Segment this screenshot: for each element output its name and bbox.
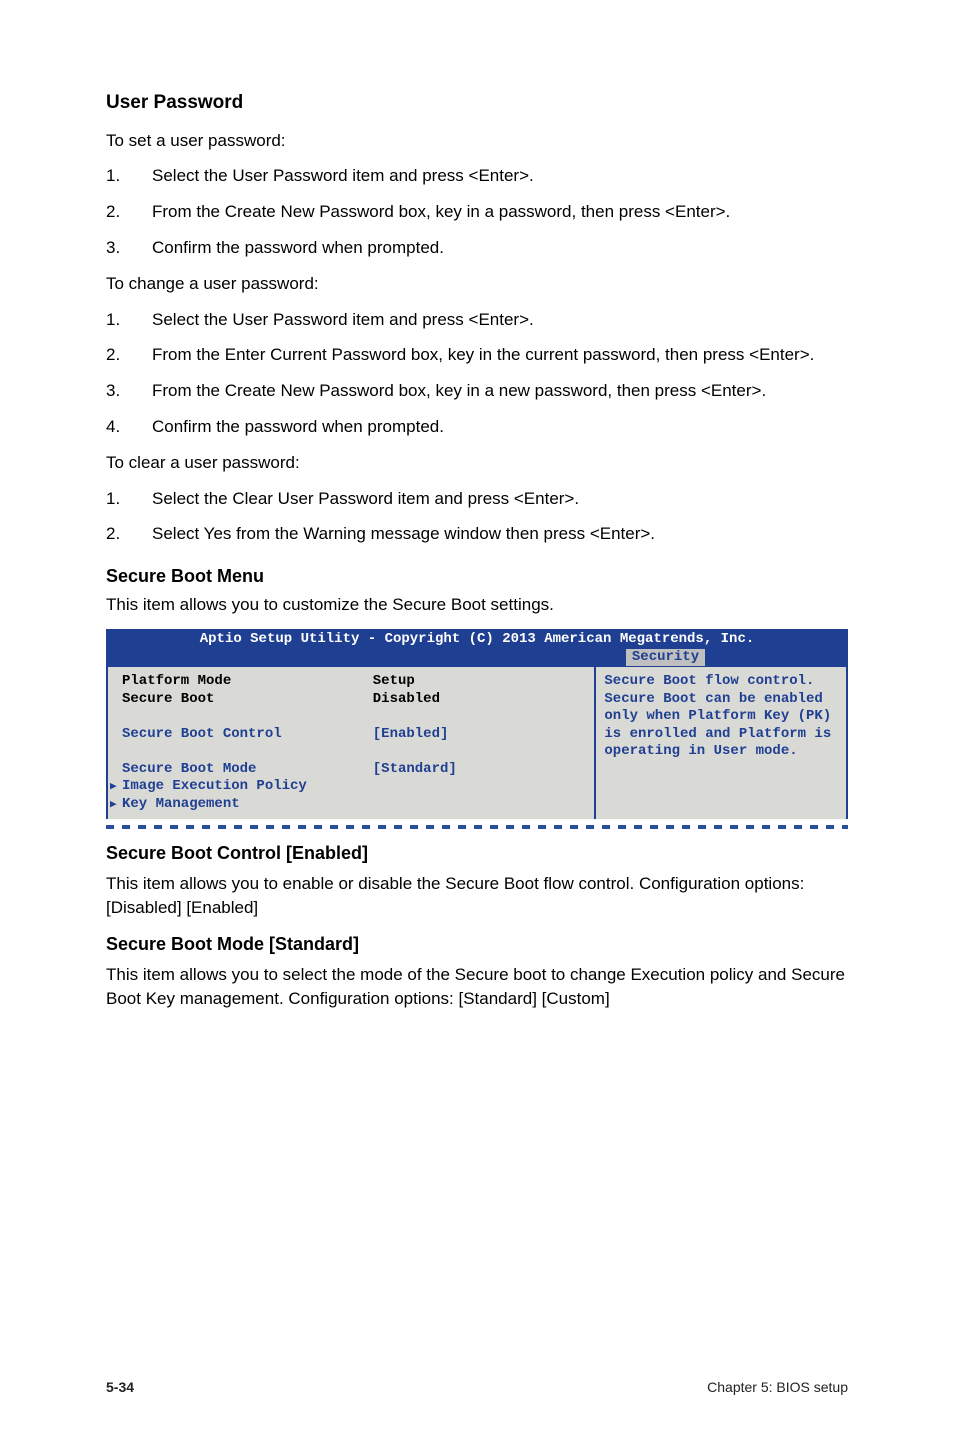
list-text: Confirm the password when prompted. <box>152 415 848 439</box>
list-text: Select the User Password item and press … <box>152 308 848 332</box>
bios-field-value: Disabled <box>373 691 587 709</box>
list-text: Select the User Password item and press … <box>152 164 848 188</box>
page-number: 5-34 <box>106 1378 134 1398</box>
bios-help-text: Secure Boot flow control. Secure Boot ca… <box>604 673 831 759</box>
list-num: 4. <box>106 415 124 439</box>
bios-field-label: Platform Mode <box>122 673 373 691</box>
bios-field-label: Secure Boot <box>122 691 373 709</box>
section-sbm-heading: Secure Boot Mode [Standard] <box>106 932 848 957</box>
bios-field-label: Secure Boot Mode <box>122 761 373 779</box>
text-to-set: To set a user password: <box>106 129 848 153</box>
list-text: From the Create New Password box, key in… <box>152 200 848 224</box>
sbc-desc: This item allows you to enable or disabl… <box>106 872 848 920</box>
list-text: Select the Clear User Password item and … <box>152 487 848 511</box>
list-clear-password: 1. Select the Clear User Password item an… <box>106 487 848 547</box>
bios-tab-security: Security <box>626 649 705 667</box>
secure-boot-menu-desc: This item allows you to customize the Se… <box>106 593 848 617</box>
list-num: 3. <box>106 379 124 403</box>
bios-left-pane: Platform ModeSetup Secure BootDisabled S… <box>108 667 596 819</box>
list-text: From the Enter Current Password box, key… <box>152 343 848 367</box>
page-footer: 5-34 Chapter 5: BIOS setup <box>106 1378 848 1398</box>
list-change-password: 1. Select the User Password item and pres… <box>106 308 848 439</box>
list-num: 3. <box>106 236 124 260</box>
bios-submenu: Image Execution Policy <box>122 778 373 796</box>
bios-screenshot: Aptio Setup Utility - Copyright (C) 2013… <box>106 629 848 823</box>
chapter-label: Chapter 5: BIOS setup <box>707 1378 848 1398</box>
list-num: 1. <box>106 308 124 332</box>
bios-field-value: [Standard] <box>373 761 587 779</box>
list-text: From the Create New Password box, key in… <box>152 379 848 403</box>
bios-field-label: Secure Boot Control <box>122 726 373 744</box>
list-set-password: 1. Select the User Password item and pres… <box>106 164 848 259</box>
list-num: 1. <box>106 487 124 511</box>
list-num: 1. <box>106 164 124 188</box>
list-num: 2. <box>106 522 124 546</box>
list-text: Confirm the password when prompted. <box>152 236 848 260</box>
list-num: 2. <box>106 343 124 367</box>
section-sbc-heading: Secure Boot Control [Enabled] <box>106 841 848 866</box>
list-num: 2. <box>106 200 124 224</box>
sbm-desc: This item allows you to select the mode … <box>106 963 848 1011</box>
bios-field-value: [Enabled] <box>373 726 587 744</box>
bios-submenu: Key Management <box>122 796 373 814</box>
bios-title: Aptio Setup Utility - Copyright (C) 2013… <box>200 631 755 647</box>
section-user-password-heading: User Password <box>106 90 848 117</box>
list-text: Select Yes from the Warning message wind… <box>152 522 848 546</box>
bios-field-value: Setup <box>373 673 587 691</box>
text-to-change: To change a user password: <box>106 272 848 296</box>
bios-help-pane: Secure Boot flow control. Secure Boot ca… <box>596 667 848 819</box>
text-to-clear: To clear a user password: <box>106 451 848 475</box>
section-secure-boot-menu-heading: Secure Boot Menu <box>106 564 848 589</box>
